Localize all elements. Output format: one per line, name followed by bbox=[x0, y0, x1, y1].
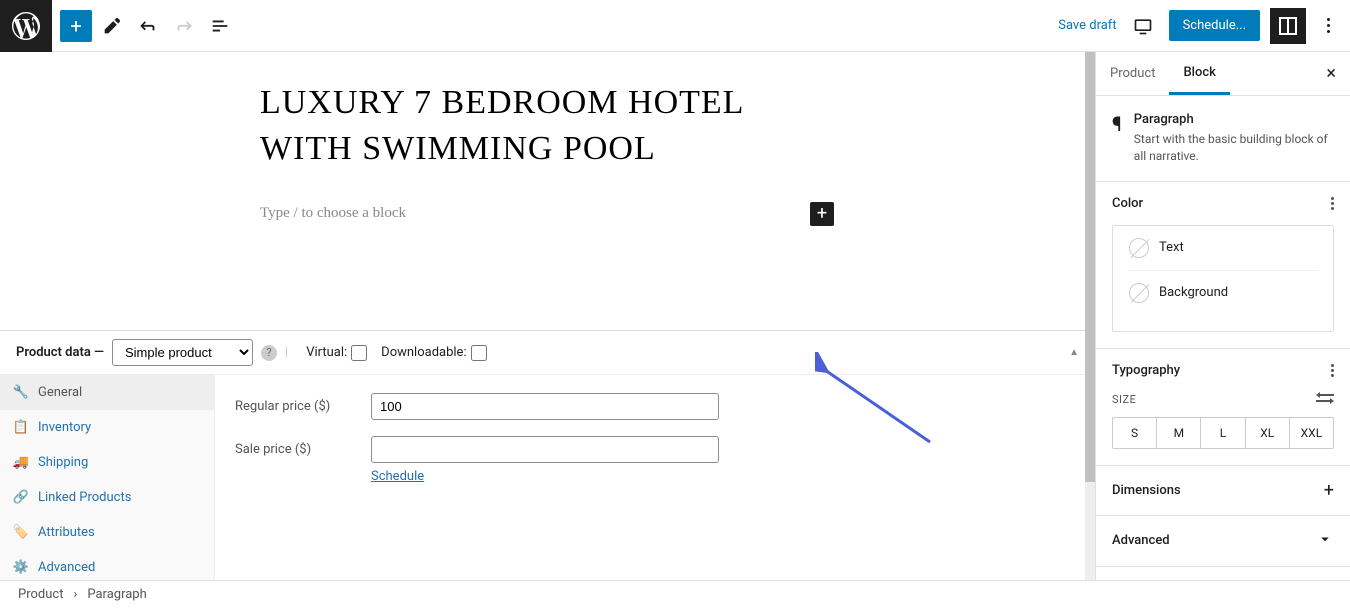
paragraph-placeholder-text: Type / to choose a block bbox=[260, 205, 802, 222]
plus-icon: + bbox=[1324, 480, 1334, 501]
paragraph-block[interactable]: Type / to choose a block + bbox=[260, 202, 820, 226]
block-info-section: ¶ Paragraph Start with the basic buildin… bbox=[1096, 96, 1350, 182]
size-custom-icon[interactable] bbox=[1316, 392, 1334, 407]
paragraph-icon: ¶ bbox=[1112, 112, 1122, 165]
post-title-block[interactable]: LUXURY 7 BEDROOM HOTEL WITH SWIMMING POO… bbox=[260, 80, 820, 172]
toolbar-right: Save draft Schedule... bbox=[1058, 8, 1350, 44]
size-button-group: S M L XL XXL bbox=[1112, 417, 1334, 449]
product-data-content: Regular price ($) Sale price ($) Schedul… bbox=[215, 375, 1095, 580]
product-data-body: 🔧 General 📋 Inventory 🚚 Shipping 🔗 Linke… bbox=[0, 375, 1095, 580]
tab-linked-products[interactable]: 🔗 Linked Products bbox=[0, 480, 214, 515]
schedule-button[interactable]: Schedule... bbox=[1169, 10, 1260, 41]
tag-icon: 🏷️ bbox=[14, 526, 28, 540]
preview-button[interactable] bbox=[1127, 10, 1159, 42]
size-label: SIZE bbox=[1112, 393, 1136, 406]
tab-inventory[interactable]: 📋 Inventory bbox=[0, 410, 214, 445]
typography-panel-title: Typography bbox=[1112, 363, 1180, 378]
truck-icon: 🚚 bbox=[14, 456, 28, 470]
size-s-button[interactable]: S bbox=[1113, 418, 1157, 448]
color-panel: Color Text Background bbox=[1096, 182, 1350, 349]
edit-mode-button[interactable] bbox=[96, 10, 128, 42]
background-color-button[interactable]: Background bbox=[1129, 271, 1317, 315]
clipboard-icon: 📋 bbox=[14, 421, 28, 435]
product-type-select[interactable]: Simple product bbox=[112, 339, 253, 366]
virtual-checkbox-label[interactable]: Virtual: bbox=[306, 345, 367, 361]
sale-price-row: Sale price ($) bbox=[235, 436, 1075, 463]
help-icon[interactable]: ? bbox=[261, 345, 277, 361]
breadcrumb-root[interactable]: Product bbox=[18, 587, 63, 602]
regular-price-row: Regular price ($) bbox=[235, 393, 1075, 420]
scrollbar[interactable] bbox=[1085, 52, 1095, 580]
text-color-button[interactable]: Text bbox=[1129, 226, 1317, 271]
schedule-sale-link[interactable]: Schedule bbox=[371, 469, 424, 484]
color-swatch-empty-icon bbox=[1129, 283, 1149, 303]
sidebar-tabs: Product Block × bbox=[1096, 52, 1350, 96]
post-title-text[interactable]: LUXURY 7 BEDROOM HOTEL WITH SWIMMING POO… bbox=[260, 80, 820, 172]
chevron-right-icon: › bbox=[73, 587, 77, 602]
add-block-button[interactable]: + bbox=[810, 202, 834, 226]
advanced-panel[interactable]: Advanced bbox=[1096, 516, 1350, 567]
color-panel-title: Color bbox=[1112, 196, 1143, 211]
link-icon: 🔗 bbox=[14, 491, 28, 505]
topbar: + Save draft Schedule... bbox=[0, 0, 1350, 52]
wrench-icon: 🔧 bbox=[14, 386, 28, 400]
tab-shipping[interactable]: 🚚 Shipping bbox=[0, 445, 214, 480]
breadcrumb-current[interactable]: Paragraph bbox=[87, 587, 146, 602]
settings-toggle-button[interactable] bbox=[1270, 8, 1306, 44]
downloadable-checkbox[interactable] bbox=[471, 345, 487, 361]
color-swatch-empty-icon bbox=[1129, 238, 1149, 258]
close-sidebar-button[interactable]: × bbox=[1312, 52, 1350, 96]
panel-collapse-button[interactable]: ▲ bbox=[1069, 347, 1079, 358]
block-title: Paragraph bbox=[1134, 112, 1334, 127]
options-menu-button[interactable] bbox=[1316, 18, 1340, 33]
product-data-panel: Product data — Simple product ? | Virtua… bbox=[0, 330, 1095, 580]
product-data-tabs: 🔧 General 📋 Inventory 🚚 Shipping 🔗 Linke… bbox=[0, 375, 215, 580]
editor-area: LUXURY 7 BEDROOM HOTEL WITH SWIMMING POO… bbox=[0, 52, 1095, 580]
tab-attributes[interactable]: 🏷️ Attributes bbox=[0, 515, 214, 550]
toolbar-left: + bbox=[52, 10, 244, 42]
wordpress-logo[interactable] bbox=[0, 0, 52, 52]
sale-price-input[interactable] bbox=[371, 436, 719, 463]
regular-price-label: Regular price ($) bbox=[235, 399, 371, 414]
tab-product[interactable]: Product bbox=[1096, 54, 1169, 93]
block-breadcrumb: Product › Paragraph bbox=[0, 580, 1350, 608]
typography-panel-menu[interactable] bbox=[1331, 364, 1334, 377]
size-xxl-button[interactable]: XXL bbox=[1290, 418, 1333, 448]
tab-block[interactable]: Block bbox=[1169, 53, 1229, 95]
typography-panel: Typography SIZE S M L XL XXL bbox=[1096, 349, 1350, 466]
size-l-button[interactable]: L bbox=[1201, 418, 1245, 448]
dimensions-panel[interactable]: Dimensions + bbox=[1096, 466, 1350, 516]
color-panel-menu[interactable] bbox=[1331, 197, 1334, 210]
gear-icon: ⚙️ bbox=[14, 561, 28, 575]
block-description: Start with the basic building block of a… bbox=[1134, 131, 1334, 165]
regular-price-input[interactable] bbox=[371, 393, 719, 420]
undo-button[interactable] bbox=[132, 10, 164, 42]
toggle-inserter-button[interactable]: + bbox=[60, 10, 92, 42]
sale-price-label: Sale price ($) bbox=[235, 442, 371, 457]
size-xl-button[interactable]: XL bbox=[1246, 418, 1290, 448]
tab-general[interactable]: 🔧 General bbox=[0, 375, 214, 410]
document-overview-button[interactable] bbox=[204, 10, 236, 42]
main-area: LUXURY 7 BEDROOM HOTEL WITH SWIMMING POO… bbox=[0, 52, 1350, 580]
virtual-checkbox[interactable] bbox=[351, 345, 367, 361]
save-draft-button[interactable]: Save draft bbox=[1058, 18, 1116, 33]
downloadable-checkbox-label[interactable]: Downloadable: bbox=[381, 345, 486, 361]
product-data-header: Product data — Simple product ? | Virtua… bbox=[0, 331, 1095, 375]
editor-canvas: LUXURY 7 BEDROOM HOTEL WITH SWIMMING POO… bbox=[0, 52, 1095, 330]
tab-advanced[interactable]: ⚙️ Advanced bbox=[0, 550, 214, 580]
product-data-label: Product data — bbox=[16, 345, 104, 360]
redo-button[interactable] bbox=[168, 10, 200, 42]
chevron-down-icon bbox=[1316, 530, 1334, 552]
settings-sidebar: Product Block × ¶ Paragraph Start with t… bbox=[1095, 52, 1350, 580]
size-m-button[interactable]: M bbox=[1157, 418, 1201, 448]
